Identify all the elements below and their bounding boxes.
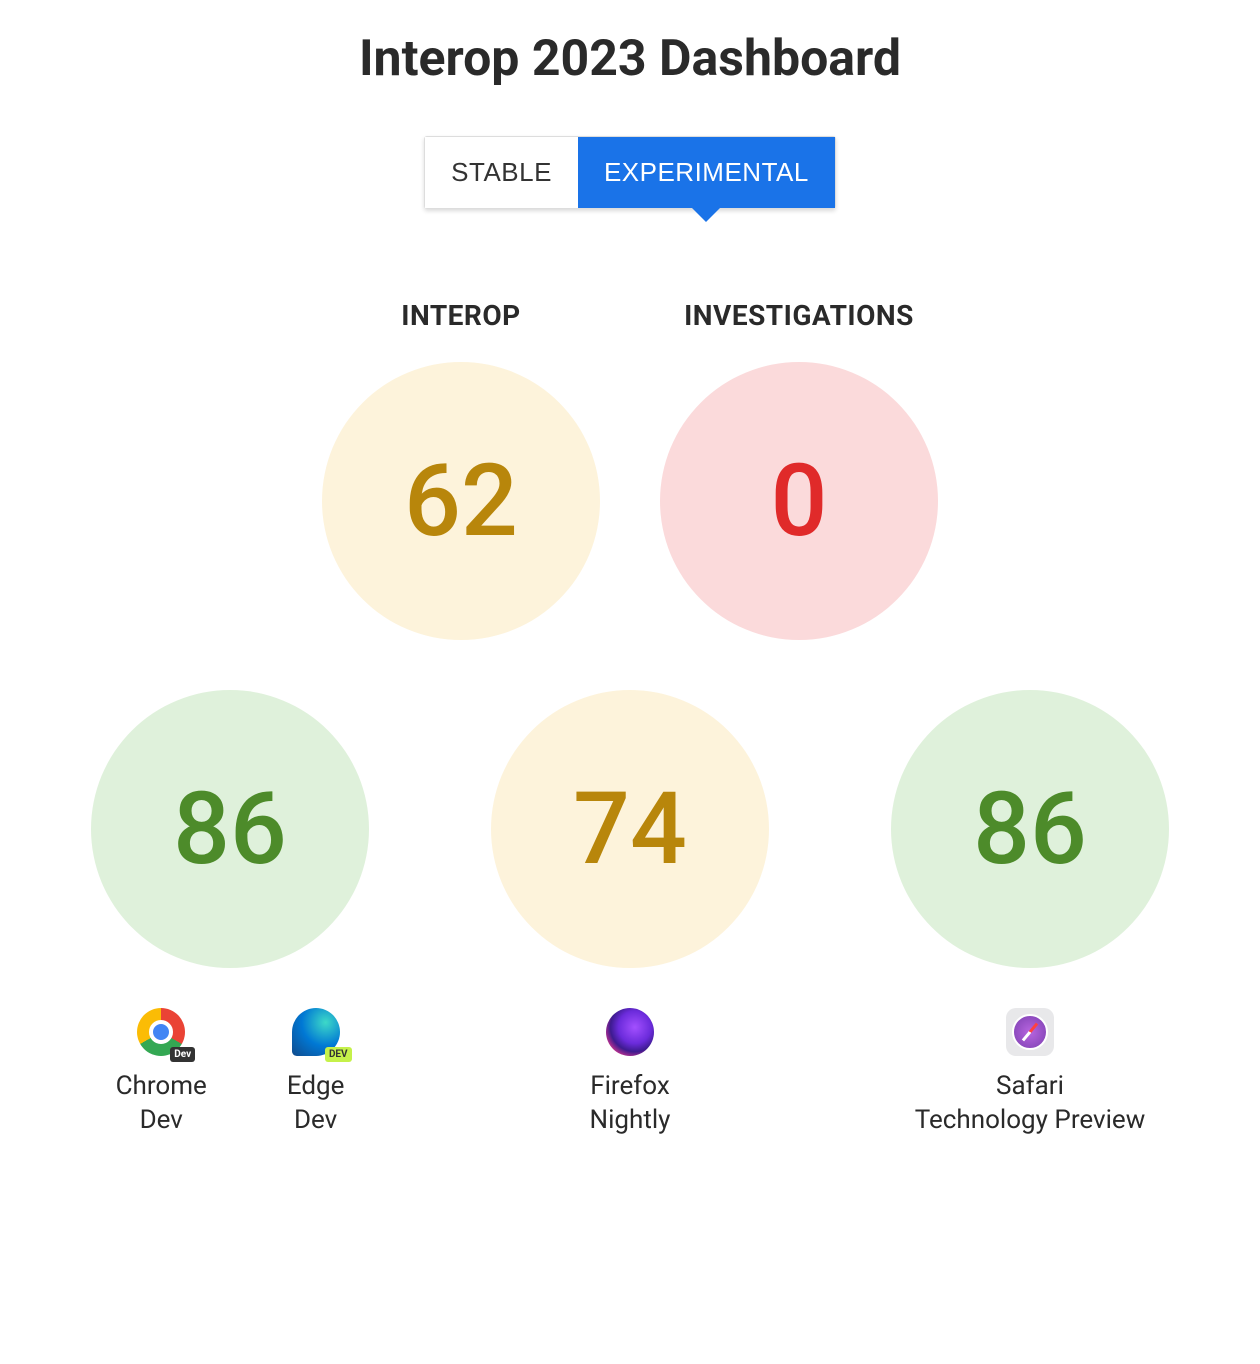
- safari-tp-icon: [1006, 1008, 1054, 1056]
- edge-dev-badge: DEV: [325, 1047, 352, 1062]
- firefox-score-circle: 74: [491, 690, 769, 968]
- firefox-nightly-icon: [606, 1008, 654, 1056]
- toggle-stable[interactable]: STABLE: [425, 137, 578, 208]
- edge-dev-item: DEV Edge Dev: [287, 1004, 345, 1138]
- investigations-summary: INVESTIGATIONS 0: [660, 299, 938, 640]
- chrome-edge-icons: Dev Chrome Dev DEV Edge Dev: [116, 1004, 345, 1138]
- toggle-experimental[interactable]: EXPERIMENTAL: [578, 137, 835, 208]
- firefox-col: 74 Firefox Nightly: [460, 690, 800, 1150]
- investigations-score-circle: 0: [660, 362, 938, 640]
- safari-score: 86: [973, 771, 1087, 888]
- safari-tp-label: Safari Technology Preview: [915, 1070, 1146, 1138]
- safari-score-circle: 86: [891, 690, 1169, 968]
- safari-tp-item: Safari Technology Preview: [915, 1004, 1146, 1138]
- summary-row: INTEROP 62 INVESTIGATIONS 0: [322, 299, 938, 640]
- firefox-icons: Firefox Nightly: [590, 1004, 671, 1138]
- chrome-edge-score-circle: 86: [91, 690, 369, 968]
- chrome-dev-icon: Dev: [137, 1008, 185, 1056]
- edge-dev-icon: DEV: [292, 1008, 340, 1056]
- interop-label: INTEROP: [401, 299, 520, 332]
- interop-score-circle: 62: [322, 362, 600, 640]
- channel-toggle: STABLE EXPERIMENTAL: [424, 136, 836, 209]
- safari-compass-icon: [1012, 1014, 1048, 1050]
- page-title: Interop 2023 Dashboard: [359, 30, 901, 88]
- firefox-score: 74: [573, 771, 687, 888]
- investigations-score: 0: [771, 443, 828, 560]
- chrome-dev-item: Dev Chrome Dev: [116, 1004, 207, 1138]
- edge-dev-label: Edge Dev: [287, 1070, 345, 1138]
- interop-score: 62: [404, 443, 518, 560]
- safari-icons: Safari Technology Preview: [915, 1004, 1146, 1138]
- safari-col: 86 Safari Technology Preview: [860, 690, 1200, 1150]
- browser-scores-row: 86 Dev Chrome Dev DEV Edge Dev: [60, 690, 1200, 1150]
- chrome-dev-label: Chrome Dev: [116, 1070, 207, 1138]
- chrome-edge-score: 86: [173, 771, 287, 888]
- firefox-nightly-label: Firefox Nightly: [590, 1070, 671, 1138]
- chrome-edge-col: 86 Dev Chrome Dev DEV Edge Dev: [60, 690, 400, 1150]
- interop-summary: INTEROP 62: [322, 299, 600, 640]
- chrome-dev-badge: Dev: [170, 1047, 195, 1062]
- firefox-nightly-item: Firefox Nightly: [590, 1004, 671, 1138]
- investigations-label: INVESTIGATIONS: [684, 299, 914, 332]
